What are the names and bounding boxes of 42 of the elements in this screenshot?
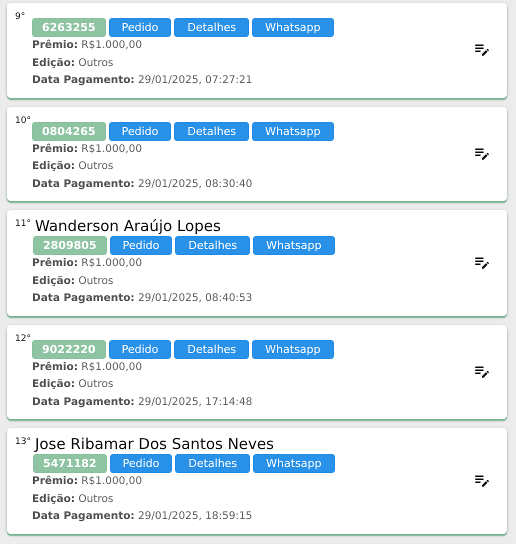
action-button[interactable]: Detalhes xyxy=(174,340,250,358)
winner-name: Jose Ribamar Dos Santos Neves xyxy=(34,434,274,454)
action-button[interactable]: Whatsapp xyxy=(253,454,335,473)
detail-line: Data Pagamento: 29/01/2025, 08:30:40 xyxy=(32,176,254,192)
detail-line: Prêmio: R$1.000,00 xyxy=(32,474,144,489)
detail-line: Prêmio: R$1.000,00 xyxy=(32,142,144,156)
ticket-number: 0804265 xyxy=(32,122,106,140)
detail-line: Edição: Outros xyxy=(32,274,114,288)
detail-line: Data Pagamento: 29/01/2025, 08:40:53 xyxy=(32,291,254,306)
action-button[interactable]: Detalhes xyxy=(175,236,250,255)
ticket-number: 6263255 xyxy=(32,18,106,37)
detail-line: Data Pagamento: 29/01/2025, 07:27:21 xyxy=(32,73,254,88)
action-button[interactable]: Pedido xyxy=(110,236,172,255)
ticket-number: 5471182 xyxy=(33,454,107,473)
action-button[interactable]: Pedido xyxy=(108,18,172,37)
action-button[interactable]: Whatsapp xyxy=(252,122,334,140)
action-button[interactable]: Pedido xyxy=(108,122,172,140)
action-button[interactable]: Detalhes xyxy=(175,454,250,473)
action-button[interactable]: Whatsapp xyxy=(252,18,334,37)
action-button[interactable]: Whatsapp xyxy=(253,236,335,255)
rank-label: 13° xyxy=(15,437,31,447)
detail-line: Prêmio: R$1.000,00 xyxy=(32,256,144,271)
action-button[interactable]: Whatsapp xyxy=(252,340,334,358)
action-button[interactable]: Detalhes xyxy=(174,122,250,140)
detail-line: Prêmio: R$1.000,00 xyxy=(32,360,144,374)
detail-line: Edição: Outros xyxy=(32,377,114,392)
rank-label: 9° xyxy=(15,12,26,22)
detail-line: Prêmio: R$1.000,00 xyxy=(32,38,144,53)
detail-line: Data Pagamento: 29/01/2025, 18:59:15 xyxy=(32,509,254,524)
action-button[interactable]: Pedido xyxy=(110,454,172,473)
rank-label: 11° xyxy=(15,219,31,229)
ticket-number: 9022220 xyxy=(32,340,106,358)
rank-label: 10° xyxy=(15,116,31,126)
detail-line: Edição: Outros xyxy=(32,56,114,70)
action-button[interactable]: Pedido xyxy=(108,340,172,358)
detail-line: Edição: Outros xyxy=(32,159,114,174)
action-button[interactable]: Detalhes xyxy=(174,18,250,37)
rank-label: 12° xyxy=(15,334,31,344)
detail-line: Edição: Outros xyxy=(32,492,114,506)
ticket-number: 2809805 xyxy=(33,236,107,255)
detail-line: Data Pagamento: 29/01/2025, 17:14:48 xyxy=(32,394,254,410)
winner-name: Wanderson Araújo Lopes xyxy=(34,216,221,236)
